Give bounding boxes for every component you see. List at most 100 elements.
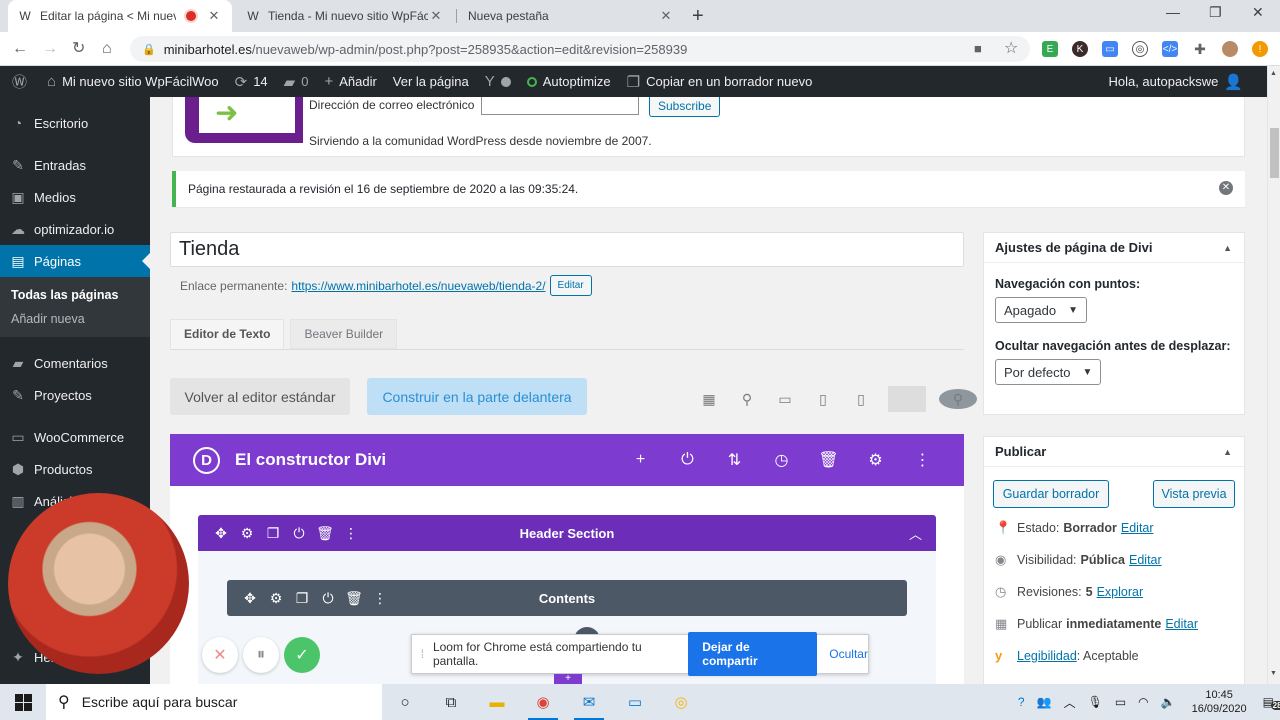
chrome-icon[interactable]: ◉	[520, 684, 566, 720]
move-icon[interactable]: ✥	[237, 590, 263, 607]
close-icon[interactable]: ✕	[206, 8, 222, 24]
duplicate-icon[interactable]: ❐	[260, 525, 286, 542]
camera-icon[interactable]: ■	[974, 39, 982, 59]
extension-evernote-icon[interactable]: E	[1042, 41, 1058, 57]
remote-desktop-icon[interactable]: ▭	[612, 684, 658, 720]
collapse-icon[interactable]: ▲	[1223, 447, 1232, 457]
scroll-down-icon[interactable]: ▼	[1270, 670, 1277, 677]
battery-icon[interactable]: ▭	[1115, 695, 1126, 709]
tab-beaver-builder[interactable]: Beaver Builder	[290, 319, 398, 349]
task-view-icon[interactable]: ⧉	[428, 684, 474, 720]
new-content-menu[interactable]: + Añadir	[316, 66, 384, 97]
wireframe-icon[interactable]: ▦	[690, 391, 728, 408]
browser-tab-edit-page[interactable]: W Editar la página < Mi nuevo ✕	[8, 0, 232, 32]
collapse-icon[interactable]: ▲	[1223, 243, 1232, 253]
submenu-add-new[interactable]: Añadir nueva	[0, 307, 150, 331]
window-close-icon[interactable]: ✕	[1252, 4, 1264, 21]
view-page-link[interactable]: Ver la página	[385, 66, 477, 97]
hide-nav-select[interactable]: Por defecto ▼	[995, 359, 1102, 385]
dismiss-icon[interactable]: ✕	[1219, 181, 1233, 195]
trash-icon[interactable]: 🗑	[805, 450, 852, 470]
power-icon[interactable]: ⏻	[664, 451, 711, 469]
bookmark-star-icon[interactable]: ☆	[1004, 39, 1018, 59]
more-icon[interactable]: ⋮	[899, 450, 946, 470]
update-alert-icon[interactable]: !	[1252, 41, 1268, 57]
clock[interactable]: 10:45 16/09/2020	[1192, 688, 1247, 716]
copy-draft-link[interactable]: ❐ Copiar en un borrador nuevo	[619, 66, 821, 97]
cortana-icon[interactable]: ○	[382, 684, 428, 720]
newsletter-email-input[interactable]	[481, 97, 639, 115]
new-tab-button[interactable]: +	[692, 6, 704, 26]
more-icon[interactable]: ⋮	[367, 590, 393, 607]
outlook-icon[interactable]: ✉	[566, 684, 612, 720]
search-icon[interactable]: ⚲	[939, 389, 977, 409]
phone-icon[interactable]: ▯	[842, 391, 880, 408]
power-icon[interactable]: ⏻	[315, 590, 341, 607]
divi-add-icon[interactable]: +	[554, 674, 582, 684]
extension-screen-icon[interactable]: ▭	[1102, 41, 1118, 57]
section-header[interactable]: ✥ ⚙ ❐ ⏻ 🗑 ⋮ Header Section ︿	[198, 515, 936, 551]
trash-icon[interactable]: 🗑	[312, 525, 338, 542]
windows-start-button[interactable]	[0, 693, 46, 711]
volume-icon[interactable]: 🔈	[1161, 695, 1176, 709]
more-icon[interactable]: ⋮	[338, 525, 364, 542]
zoom-icon[interactable]: ⚲	[728, 391, 766, 408]
edit-schedule-link[interactable]: Editar	[1165, 617, 1198, 631]
microphone-icon[interactable]: 🎙	[1088, 695, 1103, 709]
chrome-alt-icon[interactable]: ◎	[658, 684, 704, 720]
people-icon[interactable]: 👥	[1037, 695, 1052, 709]
sidebar-item-optimizador[interactable]: ☁ optimizador.io	[0, 213, 150, 245]
site-name-menu[interactable]: ⌂ Mi nuevo sitio WpFácilWoo	[39, 66, 227, 97]
tab-text-editor[interactable]: Editor de Texto	[170, 319, 285, 349]
cancel-recording-icon[interactable]: ✕	[202, 637, 238, 673]
move-icon[interactable]: ✥	[208, 525, 234, 542]
edit-permalink-button[interactable]: Editar	[549, 275, 592, 296]
browser-tab-new[interactable]: Nueva pestaña ✕	[458, 0, 684, 32]
divi-settings-header[interactable]: Ajustes de página de Divi ▲	[984, 233, 1244, 263]
address-bar[interactable]: 🔒 minibarhotel.es/nuevaweb/wp-admin/post…	[130, 36, 1030, 62]
stop-sharing-button[interactable]: Dejar de compartir	[688, 632, 818, 676]
minimize-icon[interactable]: —	[1166, 4, 1180, 20]
post-title-input[interactable]: Tienda	[170, 232, 964, 267]
extension-code-icon[interactable]: </>	[1162, 41, 1178, 57]
trash-icon[interactable]: 🗑	[341, 590, 367, 607]
my-account-menu[interactable]: Hola, autopackswe 👤	[1100, 66, 1257, 97]
row-header[interactable]: ✥ ⚙ ❐ ⏻ 🗑 ⋮ Contents	[227, 580, 907, 616]
front-builder-button[interactable]: Construir en la parte delantera	[367, 378, 587, 415]
wifi-icon[interactable]: ◠	[1138, 695, 1148, 709]
sidebar-item-escritorio[interactable]: ◔ Escritorio	[0, 107, 150, 139]
dot-nav-select[interactable]: Apagado ▼	[995, 297, 1087, 323]
gear-icon[interactable]: ⚙	[852, 450, 899, 470]
notifications-icon[interactable]: ▤ 28	[1263, 695, 1280, 710]
add-icon[interactable]: +	[617, 451, 664, 469]
reload-icon[interactable]: ↻	[72, 39, 85, 59]
profile-avatar[interactable]	[1222, 41, 1238, 57]
comments-menu[interactable]: ▰ 0	[276, 66, 317, 97]
autoptimize-menu[interactable]: Autoptimize	[519, 66, 619, 97]
scroll-up-icon[interactable]: ▲	[1270, 70, 1277, 77]
readability-link[interactable]: Legibilidad	[1017, 649, 1077, 663]
home-icon[interactable]: ⌂	[102, 39, 112, 59]
edit-status-link[interactable]: Editar	[1121, 521, 1154, 535]
subscribe-button[interactable]: Subscribe	[649, 97, 721, 117]
gear-icon[interactable]: ⚙	[234, 525, 260, 542]
permalink-link[interactable]: https://www.minibarhotel.es/nuevaweb/tie…	[291, 279, 545, 293]
standard-editor-button[interactable]: Volver al editor estándar	[170, 378, 350, 415]
scroll-thumb[interactable]	[1270, 128, 1279, 178]
back-icon[interactable]: ←	[12, 39, 28, 59]
hide-button[interactable]: Ocultar	[829, 647, 868, 661]
save-draft-button[interactable]: Guardar borrador	[993, 480, 1109, 508]
yoast-menu[interactable]: Y	[477, 66, 519, 97]
sort-icon[interactable]: ⇅	[711, 450, 758, 470]
file-explorer-icon[interactable]: ▬	[474, 684, 520, 720]
finish-recording-icon[interactable]: ✓	[284, 637, 320, 673]
help-icon[interactable]: ?	[1018, 695, 1025, 709]
duplicate-icon[interactable]: ❐	[289, 590, 315, 607]
history-icon[interactable]: ◷	[758, 450, 805, 470]
power-icon[interactable]: ⏻	[286, 525, 312, 542]
browser-tab-tienda[interactable]: W Tienda - Mi nuevo sitio WpFácilW ✕	[236, 0, 454, 32]
pause-icon[interactable]: ⏸	[243, 637, 279, 673]
tablet-icon[interactable]: ▯	[804, 391, 842, 408]
sidebar-item-productos[interactable]: ⬢ Productos	[0, 453, 150, 485]
sidebar-item-woocommerce[interactable]: ▭ WooCommerce	[0, 421, 150, 453]
